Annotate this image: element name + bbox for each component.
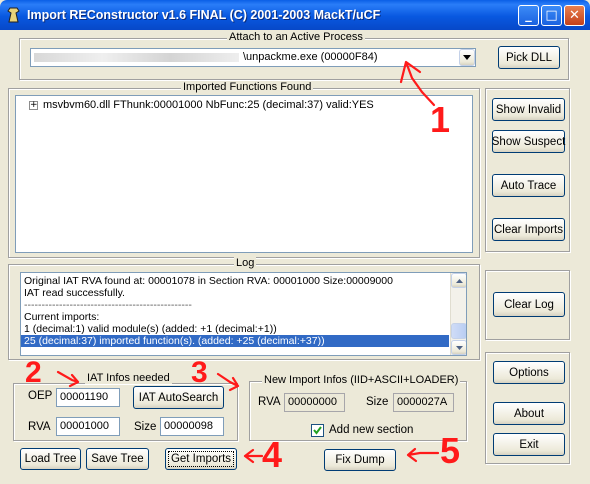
new-rva-field: 00000000 [284, 393, 345, 412]
annotation-2: 2 [25, 356, 42, 389]
log-line: IAT read successfully. [24, 287, 125, 299]
dropdown-button[interactable] [459, 49, 475, 66]
tree-item[interactable]: msvbvm60.dll FThunk:00001000 NbFunc:25 (… [43, 99, 374, 111]
process-select[interactable]: \unpackme.exe (00000F84) [30, 48, 476, 67]
log-line: Current imports: [24, 311, 100, 323]
close-button[interactable]: ✕ [564, 5, 585, 26]
new-import-legend: New Import Infos (IID+ASCII+LOADER) [262, 374, 461, 386]
log-scrollbar[interactable] [450, 273, 466, 355]
close-icon: ✕ [569, 8, 580, 23]
scroll-thumb[interactable] [451, 323, 466, 339]
app-icon [7, 7, 20, 23]
annotation-5: 5 [440, 430, 461, 471]
log-line-selected: 25 (decimal:37) imported function(s). (a… [21, 335, 449, 347]
maximize-button[interactable]: □ [541, 5, 562, 26]
new-size-field: 0000027A [393, 393, 454, 412]
blurred-path [34, 52, 239, 62]
annotation-1: 1 [430, 99, 451, 140]
save-tree-button[interactable]: Save Tree [86, 448, 149, 470]
add-section-checkbox[interactable] [311, 424, 324, 437]
size-label: Size [134, 421, 157, 433]
attach-legend: Attach to an Active Process [227, 31, 365, 43]
exit-button[interactable]: Exit [493, 433, 565, 456]
imports-tree[interactable]: + msvbvm60.dll FThunk:00001000 NbFunc:25… [15, 95, 473, 253]
iat-legend: IAT Infos needed [85, 372, 172, 384]
log-line: Original IAT RVA found at: 00001078 in S… [24, 275, 393, 287]
log-line: 1 (decimal:1) valid module(s) (added: +1… [24, 323, 277, 335]
minimize-button[interactable]: _ [518, 5, 539, 26]
scroll-down-button[interactable] [451, 340, 466, 355]
scroll-up-button[interactable] [451, 273, 466, 288]
maximize-icon: □ [545, 8, 558, 23]
imports-legend: Imported Functions Found [181, 81, 314, 93]
window-title: Import REConstructor v1.6 FINAL (C) 2001… [27, 8, 381, 22]
log-list[interactable]: Original IAT RVA found at: 00001078 in S… [20, 272, 467, 356]
clear-imports-button[interactable]: Clear Imports [492, 218, 565, 241]
fix-dump-button[interactable]: Fix Dump [324, 449, 396, 471]
show-invalid-button[interactable]: Show Invalid [492, 98, 565, 121]
load-tree-button[interactable]: Load Tree [20, 448, 81, 470]
arrow-4-icon [243, 448, 264, 464]
check-icon [313, 426, 322, 435]
get-imports-button[interactable]: Get Imports [165, 448, 237, 470]
annotation-3: 3 [191, 356, 208, 389]
add-section-label[interactable]: Add new section [329, 424, 413, 436]
auto-trace-button[interactable]: Auto Trace [492, 174, 565, 197]
rva-input[interactable]: 00001000 [56, 417, 120, 436]
chevron-up-icon [455, 278, 463, 283]
log-legend: Log [234, 257, 257, 269]
log-separator: ----------------------------------------… [24, 299, 192, 311]
plus-icon: + [30, 100, 38, 110]
oep-input[interactable]: 00001190 [56, 388, 120, 407]
options-button[interactable]: Options [493, 361, 565, 384]
about-button[interactable]: About [493, 402, 565, 425]
annotation-4: 4 [262, 434, 283, 475]
size-input[interactable]: 00000098 [160, 417, 224, 436]
tree-expand-toggle[interactable]: + [29, 101, 38, 110]
chevron-down-icon [463, 55, 471, 60]
iat-autosearch-button[interactable]: IAT AutoSearch [133, 386, 224, 409]
oep-label: OEP [28, 390, 53, 402]
new-size-label: Size [366, 396, 389, 408]
show-suspect-button[interactable]: Show Suspect [492, 130, 565, 153]
minimize-icon: _ [525, 8, 532, 23]
new-rva-label: RVA [258, 396, 281, 408]
clear-log-button[interactable]: Clear Log [493, 292, 565, 317]
chevron-down-icon [455, 345, 463, 350]
process-value: \unpackme.exe (00000F84) [243, 51, 378, 63]
rva-label: RVA [28, 421, 51, 433]
arrow-5-icon [406, 447, 440, 463]
pick-dll-button[interactable]: Pick DLL [498, 46, 560, 69]
